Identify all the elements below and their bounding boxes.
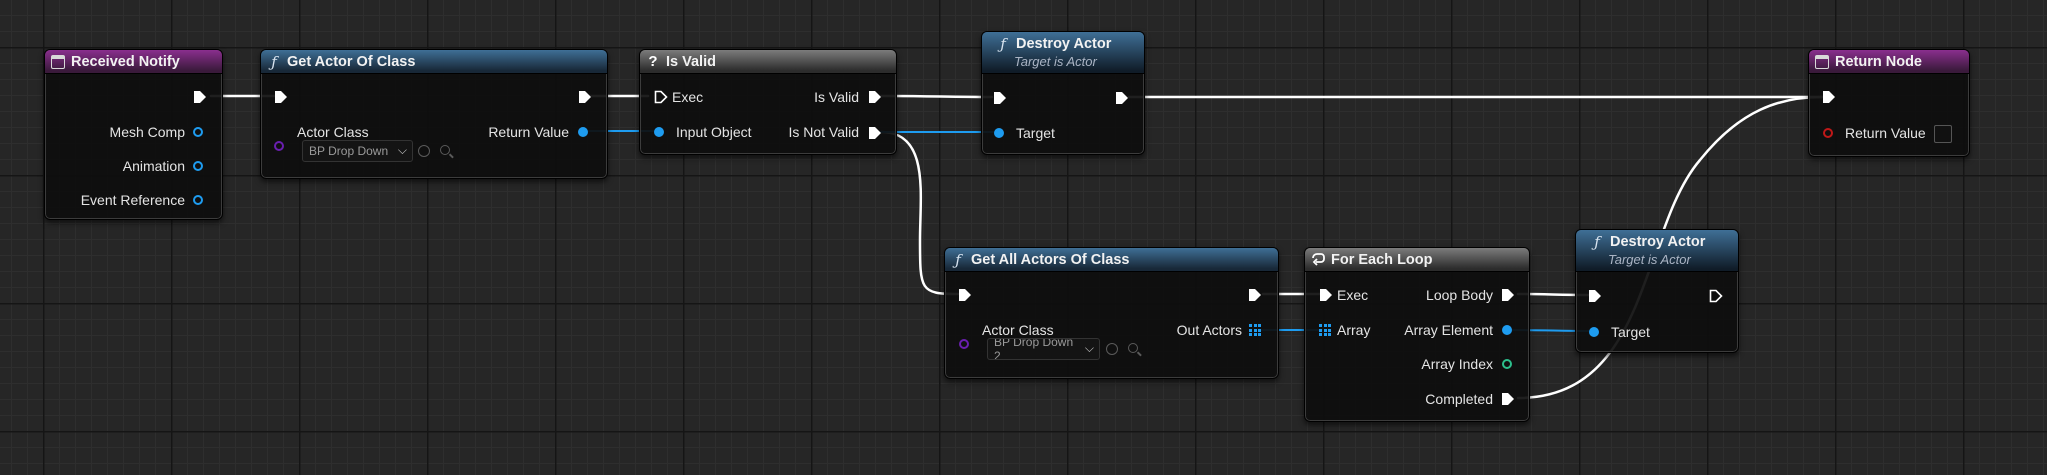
class-dropdown[interactable]: BP Drop Down 2 ⌵ <box>987 338 1100 360</box>
node-header[interactable]: ƒ Get All Actors Of Class <box>945 248 1278 272</box>
function-icon: ƒ <box>955 250 961 269</box>
return-value-pin[interactable] <box>1823 128 1833 138</box>
return-value-checkbox[interactable] <box>1934 125 1952 143</box>
pin-label-array-element: Array Element <box>1404 322 1493 338</box>
pin-label-target: Target <box>1611 324 1650 340</box>
exec-out-pin[interactable] <box>1709 289 1723 303</box>
loop-icon <box>1312 252 1325 266</box>
pin-label-actor-class: Actor Class <box>982 322 1054 338</box>
exec-in-pin[interactable] <box>993 91 1007 105</box>
exec-in-pin[interactable] <box>1588 289 1602 303</box>
input-object-pin[interactable] <box>654 127 664 137</box>
actor-class-pin[interactable] <box>274 141 284 151</box>
node-title: Return Node <box>1835 53 1922 70</box>
node-title: Is Valid <box>666 53 716 70</box>
browse-search-icon[interactable] <box>1128 343 1138 353</box>
exec-in-pin[interactable] <box>1319 288 1333 302</box>
node-subtitle: Target is Actor <box>1014 54 1097 69</box>
chevron-down-icon: ⌵ <box>1084 341 1094 355</box>
pin-label-mesh-comp: Mesh Comp <box>109 124 185 140</box>
function-icon: ƒ <box>271 52 277 71</box>
node-header[interactable]: ƒ Destroy Actor Target is Actor <box>982 32 1144 74</box>
completed-exec-pin[interactable] <box>1501 392 1515 406</box>
function-icon: ƒ <box>1000 35 1006 53</box>
pin-label-animation: Animation <box>122 158 185 174</box>
get-actor-of-class-node[interactable]: ƒ Get Actor Of Class Actor Class BP Drop… <box>260 49 608 179</box>
node-header[interactable]: Received Notify <box>45 50 222 74</box>
get-all-actors-of-class-node[interactable]: ƒ Get All Actors Of Class Actor Class BP… <box>944 247 1279 379</box>
exec-in-pin[interactable] <box>1822 90 1836 104</box>
dropdown-value: BP Drop Down 2 <box>994 338 1074 360</box>
class-dropdown[interactable]: BP Drop Down ⌵ <box>302 140 413 162</box>
node-title: Received Notify <box>71 53 180 70</box>
array-index-pin[interactable] <box>1502 359 1512 369</box>
is-valid-node[interactable]: ? Is Valid Exec Is Valid Input Object Is… <box>639 49 897 155</box>
loop-body-exec-pin[interactable] <box>1501 288 1515 302</box>
out-actors-array-pin[interactable] <box>1249 324 1261 336</box>
pin-label-event-reference: Event Reference <box>80 192 185 208</box>
target-pin[interactable] <box>994 128 1004 138</box>
question-icon: ? <box>648 52 658 70</box>
event-reference-pin[interactable] <box>193 195 203 205</box>
target-pin[interactable] <box>1589 327 1599 337</box>
array-element-pin[interactable] <box>1502 325 1512 335</box>
exec-out-pin[interactable] <box>1248 288 1262 302</box>
browse-search-icon[interactable] <box>440 145 450 155</box>
exec-out-pin[interactable] <box>578 90 592 104</box>
pin-label-is-valid: Is Valid <box>814 89 859 105</box>
use-selected-icon[interactable] <box>1106 343 1118 355</box>
exec-in-pin[interactable] <box>958 288 972 302</box>
pin-label-out-actors: Out Actors <box>1176 322 1242 338</box>
node-header[interactable]: ? Is Valid <box>640 50 896 74</box>
event-icon <box>51 54 65 69</box>
node-header[interactable]: ƒ Destroy Actor Target is Actor <box>1576 230 1738 272</box>
node-title: Get Actor Of Class <box>287 53 416 70</box>
node-title: Destroy Actor <box>1610 234 1706 250</box>
return-value-pin[interactable] <box>578 127 588 137</box>
exec-wire <box>879 94 994 99</box>
for-each-loop-node[interactable]: For Each Loop Exec Loop Body Array Array… <box>1304 247 1530 422</box>
pin-label-exec: Exec <box>1337 287 1369 303</box>
pin-label-actor-class: Actor Class <box>297 124 369 140</box>
pin-label-input-object: Input Object <box>676 124 752 140</box>
array-pin[interactable] <box>1319 324 1331 336</box>
pin-label-loop-body: Loop Body <box>1426 287 1493 303</box>
pin-label-completed: Completed <box>1425 391 1493 407</box>
node-title: Get All Actors Of Class <box>971 251 1130 268</box>
destroy-actor-node[interactable]: ƒ Destroy Actor Target is Actor Target <box>981 31 1145 155</box>
use-selected-icon[interactable] <box>418 145 430 157</box>
is-not-valid-exec-pin[interactable] <box>868 126 882 140</box>
pin-label-array: Array <box>1337 322 1371 338</box>
exec-in-pin[interactable] <box>654 90 668 104</box>
chevron-down-icon: ⌵ <box>397 143 407 157</box>
pin-label-return-value: Return Value <box>1845 125 1926 141</box>
node-header[interactable]: ƒ Get Actor Of Class <box>261 50 607 74</box>
node-title: For Each Loop <box>1331 251 1433 268</box>
received-notify-node[interactable]: Received Notify Mesh Comp Animation Even… <box>44 49 223 220</box>
actor-class-pin[interactable] <box>959 339 969 349</box>
mesh-comp-pin[interactable] <box>193 127 203 137</box>
pin-label-target: Target <box>1016 125 1055 141</box>
destroy-actor-node[interactable]: ƒ Destroy Actor Target is Actor Target <box>1575 229 1739 353</box>
exec-in-pin[interactable] <box>274 90 288 104</box>
function-icon: ƒ <box>1594 233 1600 251</box>
pin-label-return-value: Return Value <box>488 124 569 140</box>
exec-out-pin[interactable] <box>1115 91 1129 105</box>
return-node[interactable]: Return Node Return Value <box>1808 49 1970 157</box>
return-icon <box>1815 54 1829 69</box>
animation-pin[interactable] <box>193 161 203 171</box>
node-subtitle: Target is Actor <box>1608 252 1691 267</box>
dropdown-value: BP Drop Down <box>309 144 389 158</box>
pin-label-array-index: Array Index <box>1421 356 1493 372</box>
exec-out-pin[interactable] <box>193 90 207 104</box>
node-header[interactable]: For Each Loop <box>1305 248 1529 272</box>
is-valid-exec-pin[interactable] <box>868 90 882 104</box>
node-header[interactable]: Return Node <box>1809 50 1969 74</box>
pin-label-exec: Exec <box>672 89 704 105</box>
pin-label-is-not-valid: Is Not Valid <box>788 124 859 140</box>
node-title: Destroy Actor <box>1016 36 1112 52</box>
